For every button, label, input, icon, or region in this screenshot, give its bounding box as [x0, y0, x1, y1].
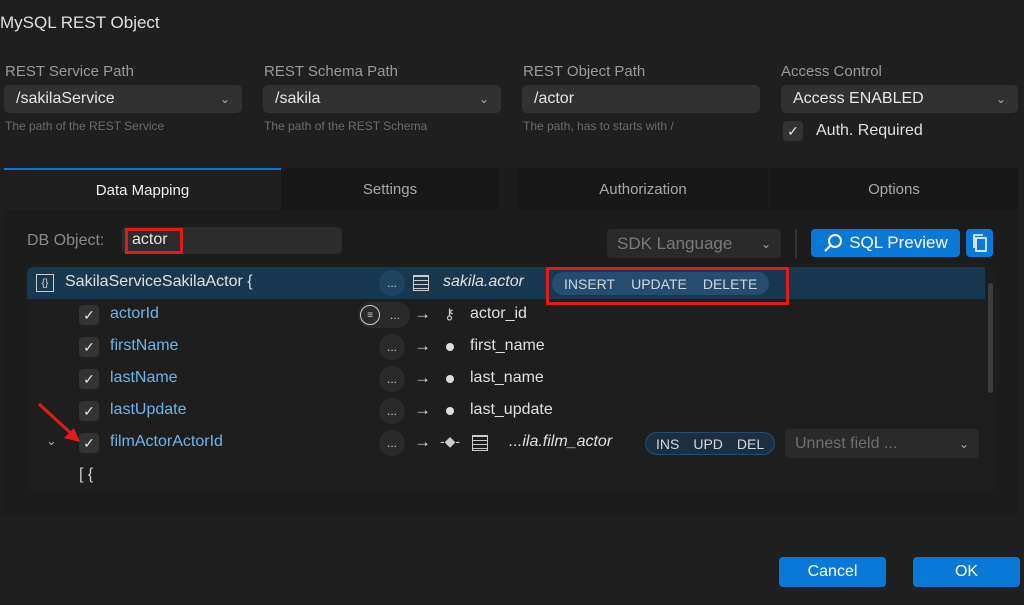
tree-row[interactable]: ✓ lastName ... → last_name	[27, 363, 985, 395]
auth-required-label: Auth. Required	[816, 122, 923, 139]
annotation-arrow	[37, 402, 80, 442]
chevron-down-icon: ⌄	[760, 236, 771, 251]
column-name: actor_id	[470, 305, 527, 322]
op-delete[interactable]: DEL	[737, 436, 764, 452]
arrow-right-icon: →	[414, 432, 431, 451]
field-checkbox[interactable]: ✓	[79, 369, 99, 389]
tab-authorization[interactable]: Authorization	[518, 168, 768, 210]
column-name: first_name	[470, 337, 545, 354]
chevron-down-icon: ⌄	[219, 92, 230, 106]
arrow-right-icon: →	[414, 400, 431, 419]
chevron-down-icon: ⌄	[958, 436, 969, 451]
column-name: last_name	[470, 369, 544, 386]
tab-data-mapping[interactable]: Data Mapping	[4, 168, 281, 210]
search-icon	[824, 234, 843, 252]
service-path-label: REST Service Path	[5, 63, 134, 80]
cancel-button[interactable]: Cancel	[779, 557, 886, 587]
options-button[interactable]: ...	[379, 430, 405, 456]
tree-row-nested[interactable]: ⌄ ✓ filmActorActorId ... → -◆- ...ila.fi…	[27, 427, 985, 459]
nested-table-name: ...ila.film_actor	[509, 433, 613, 450]
column-dot-icon	[446, 407, 454, 415]
root-object-name: SakilaServiceSakilaActor {	[65, 273, 253, 290]
object-path-hint: The path, has to starts with /	[523, 119, 674, 133]
sdk-language-select[interactable]: SDK Language ⌄	[607, 229, 781, 258]
object-path-label: REST Object Path	[523, 63, 646, 80]
chevron-down-icon: ⌄	[478, 92, 489, 106]
options-button[interactable]: ...	[379, 366, 405, 392]
schema-path-hint: The path of the REST Schema	[264, 119, 428, 133]
highlight-box	[125, 228, 183, 254]
sdk-language-placeholder: SDK Language	[617, 233, 733, 253]
field-name: actorId	[110, 305, 159, 322]
dialog-title: MySQL REST Object	[0, 13, 160, 32]
field-name: firstName	[110, 337, 179, 354]
op-insert[interactable]: INS	[656, 436, 679, 452]
field-name: lastName	[110, 369, 178, 386]
scrollbar-thumb[interactable]	[988, 283, 993, 393]
tree-row[interactable]: ✓ lastUpdate ... → last_update	[27, 395, 985, 427]
column-dot-icon	[446, 375, 454, 383]
reference-icon: -◆-	[440, 433, 461, 449]
service-path-select[interactable]: /sakilaService ⌄	[4, 85, 242, 113]
copy-icon	[972, 234, 987, 252]
object-path-input[interactable]: /actor	[522, 85, 760, 113]
service-path-value: /sakilaService	[16, 90, 115, 107]
tab-options[interactable]: Options	[770, 168, 1018, 210]
unnest-field-select[interactable]: Unnest field ... ⌄	[785, 429, 979, 458]
access-control-label: Access Control	[781, 63, 882, 80]
sort-icon[interactable]: ≡	[360, 305, 380, 325]
arrow-right-icon: →	[414, 304, 431, 323]
tree-row[interactable]: ✓ firstName ... → first_name	[27, 331, 985, 363]
tab-settings[interactable]: Settings	[281, 168, 499, 210]
tree-row[interactable]: ✓ actorId ≡ ... → ⚷ actor_id	[27, 299, 985, 331]
schema-path-value: /sakila	[275, 90, 321, 107]
column-name: last_update	[470, 401, 553, 418]
column-dot-icon	[446, 343, 454, 351]
auth-required-checkbox[interactable]: ✓	[783, 121, 803, 141]
table-icon	[472, 435, 488, 451]
options-button[interactable]: ...	[379, 270, 405, 296]
sql-preview-label: SQL Preview	[849, 233, 948, 252]
copy-button[interactable]	[966, 229, 993, 257]
field-name: filmActorActorId	[110, 433, 223, 450]
table-icon	[413, 275, 429, 291]
options-button[interactable]: ...	[382, 302, 408, 328]
key-icon: ⚷	[444, 306, 455, 323]
access-control-value: Access ENABLED	[793, 90, 924, 107]
sql-preview-button[interactable]: SQL Preview	[811, 229, 960, 257]
tree-scrollbar[interactable]	[985, 275, 995, 489]
mapping-tree: {} SakilaServiceSakilaActor { ... sakila…	[27, 267, 997, 493]
service-path-hint: The path of the REST Service	[5, 119, 165, 133]
array-bracket: [ {	[79, 466, 94, 483]
root-table-name: sakila.actor	[443, 273, 524, 290]
toolbar-divider	[795, 229, 797, 258]
arrow-right-icon: →	[414, 336, 431, 355]
object-path-value: /actor	[534, 90, 575, 107]
op-update[interactable]: UPD	[693, 436, 723, 452]
schema-path-label: REST Schema Path	[264, 63, 398, 80]
unnest-placeholder: Unnest field ...	[795, 434, 898, 452]
options-button[interactable]: ...	[379, 398, 405, 424]
field-checkbox[interactable]: ✓	[79, 337, 99, 357]
options-button[interactable]: ...	[379, 334, 405, 360]
ok-button[interactable]: OK	[913, 557, 1020, 587]
tree-root-row[interactable]: {} SakilaServiceSakilaActor { ... sakila…	[27, 267, 985, 299]
field-name: lastUpdate	[110, 401, 187, 418]
object-braces-icon: {}	[36, 274, 54, 292]
field-checkbox[interactable]: ✓	[79, 305, 99, 325]
crud-ops-pill[interactable]: INS UPD DEL	[645, 432, 776, 455]
db-object-label: DB Object:	[27, 232, 105, 249]
arrow-right-icon: →	[414, 368, 431, 387]
access-control-select[interactable]: Access ENABLED ⌄	[781, 85, 1018, 113]
chevron-down-icon: ⌄	[995, 92, 1006, 106]
schema-path-select[interactable]: /sakila ⌄	[263, 85, 501, 113]
